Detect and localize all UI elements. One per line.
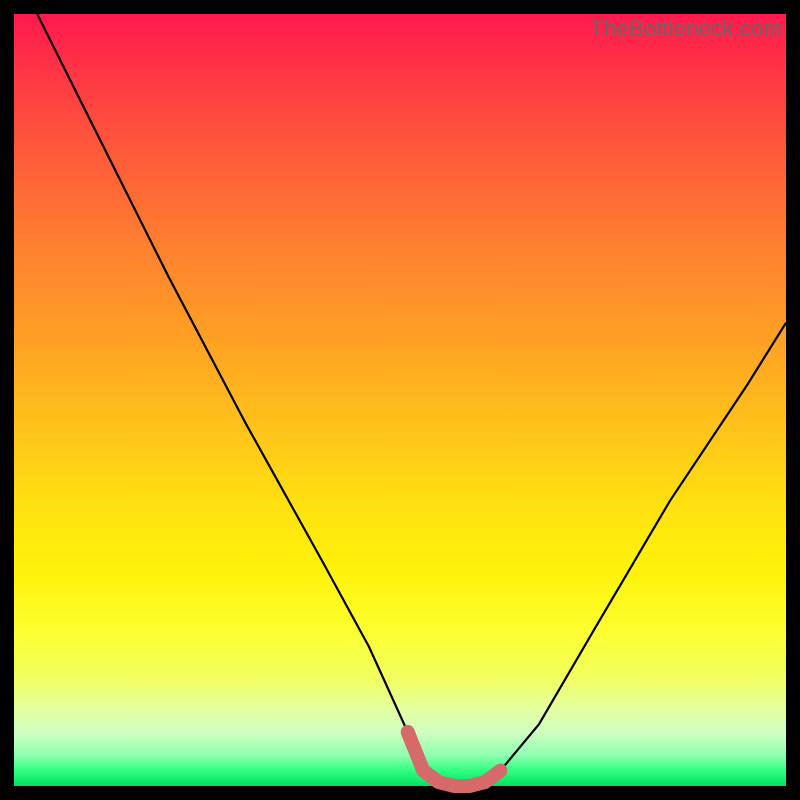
watermark-text: TheBottleneck.com: [590, 16, 782, 42]
plot-area: [14, 14, 786, 786]
